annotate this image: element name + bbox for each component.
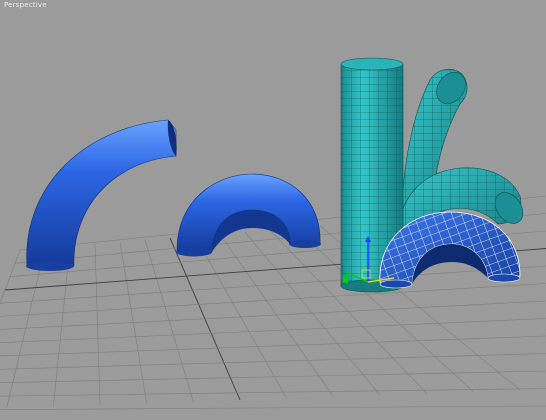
grid-line — [0, 300, 546, 330]
perspective-viewport[interactable]: Perspective — [0, 0, 546, 420]
grid-line — [0, 405, 546, 411]
grid-line — [0, 388, 546, 397]
grid-line — [0, 283, 546, 317]
elbow-pipe-middle[interactable] — [176, 173, 321, 257]
grid-line — [0, 370, 546, 383]
grid-line — [0, 353, 546, 370]
scene-canvas[interactable] — [0, 0, 546, 420]
elbow-pipe-left[interactable] — [26, 119, 177, 271]
grid-line — [0, 249, 21, 305]
grid-line — [0, 318, 546, 343]
grid-line — [0, 265, 546, 304]
